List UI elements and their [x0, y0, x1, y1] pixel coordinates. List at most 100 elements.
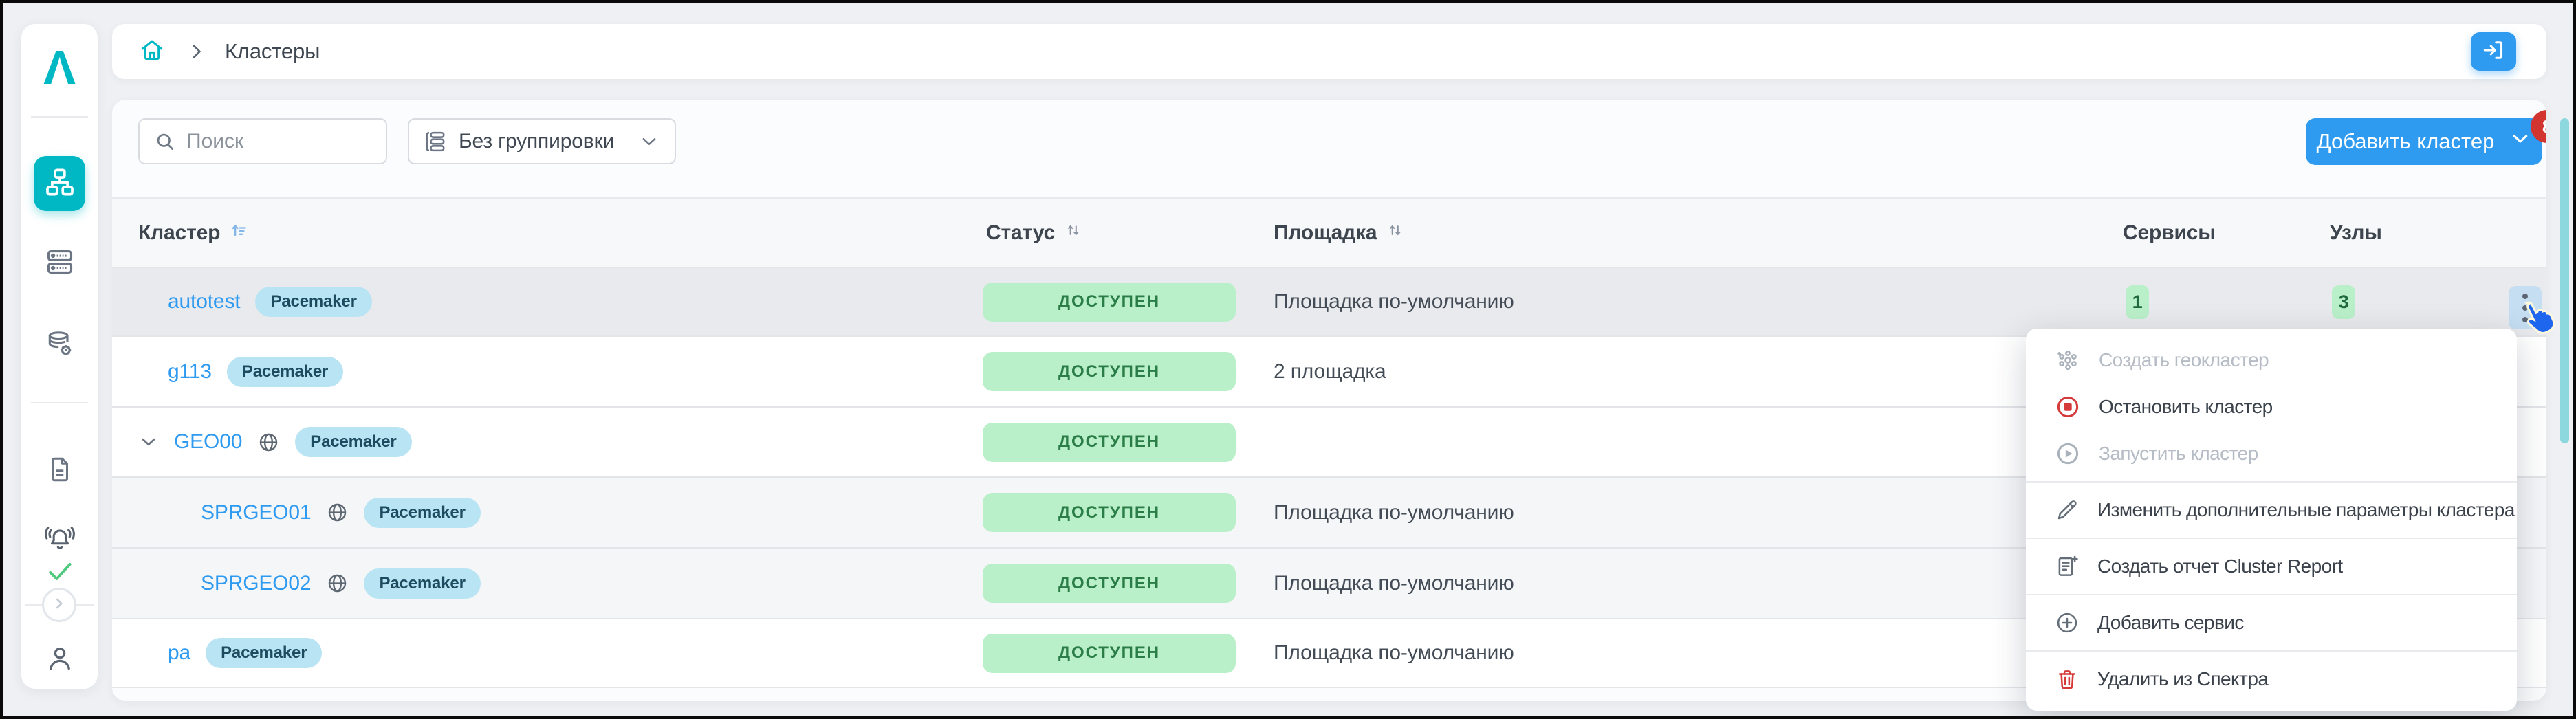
servers-icon [45, 247, 75, 280]
geocluster-globe-icon [326, 572, 349, 595]
site-label: Площадка по-умолчанию [1274, 641, 1514, 664]
geocluster-icon [2055, 347, 2081, 373]
menu-item-label: Создать геокластер [2099, 349, 2269, 370]
site-cell: Площадка по-умолчанию [1274, 619, 1514, 687]
chevron-down-icon [2509, 128, 2531, 155]
menu-item-label: Остановить кластер [2099, 396, 2273, 417]
table-row[interactable]: autotest Pacemaker ДОСТУПЕН Площадка по-… [112, 268, 2546, 337]
column-label: Сервисы [2123, 221, 2216, 244]
page-scrollbar-thumb[interactable] [2560, 118, 2569, 443]
menu-item-stop-cluster[interactable]: Остановить кластер [2026, 384, 2517, 430]
sort-both-icon[interactable] [1386, 221, 1404, 245]
sidebar: Λ [21, 24, 98, 689]
document-icon [45, 455, 74, 487]
menu-item-label: Изменить дополнительные параметры класте… [2097, 499, 2515, 520]
home-breadcrumb-link[interactable] [138, 36, 166, 67]
add-cluster-label: Добавить кластер [2316, 129, 2495, 153]
user-icon [45, 643, 75, 676]
start-cluster-icon [2055, 441, 2081, 467]
sidebar-item-servers[interactable] [21, 244, 98, 283]
cluster-link[interactable]: SPRGEO02 [201, 572, 312, 595]
status-cell: ДОСТУПЕН [983, 268, 1236, 335]
pacemaker-badge: Pacemaker [255, 287, 372, 317]
column-header-nodes: Узлы [2330, 199, 2382, 267]
search-icon [153, 130, 177, 153]
menu-item-trash[interactable]: Удалить из Спектра [2026, 656, 2517, 703]
add-cluster-button[interactable]: Добавить кластер [2306, 118, 2542, 165]
sidebar-item-profile[interactable] [21, 640, 98, 678]
nodes-cell: 3 [2332, 268, 2355, 335]
login-arrow-icon [2481, 38, 2506, 66]
pacemaker-badge: Pacemaker [295, 427, 412, 457]
menu-item-label: Удалить из Спектра [2097, 668, 2269, 689]
cluster-cell: SPRGEO02 Pacemaker [201, 549, 481, 618]
menu-item-report[interactable]: Создать отчет Cluster Report [2026, 543, 2517, 590]
column-header-site[interactable]: Площадка [1274, 199, 1404, 267]
services-cell: 1 [2126, 268, 2149, 335]
status-cell: ДОСТУПЕН [983, 408, 1236, 476]
search-input[interactable] [186, 129, 358, 153]
sort-ascending-icon[interactable] [230, 221, 249, 245]
grouping-select[interactable]: Без группировки [408, 118, 676, 164]
geocluster-globe-icon [257, 431, 280, 454]
cluster-cell: GEO00 Pacemaker [138, 408, 412, 476]
cluster-cell: g113 Pacemaker [168, 337, 344, 406]
home-icon [138, 36, 166, 67]
report-icon [2055, 554, 2080, 579]
column-header-cluster[interactable]: Кластер [138, 199, 249, 267]
site-cell: Площадка по-умолчанию [1274, 478, 1514, 547]
sidebar-collapse-toggle[interactable] [42, 588, 76, 622]
sidebar-divider [31, 116, 88, 118]
sidebar-item-database-settings[interactable] [21, 327, 98, 365]
pacemaker-badge: Pacemaker [206, 638, 323, 668]
services-count-badge[interactable]: 1 [2126, 285, 2149, 319]
cluster-link[interactable]: pa [168, 641, 190, 665]
status-badge: ДОСТУПЕН [983, 422, 1236, 462]
app-logo: Λ [43, 41, 76, 94]
menu-item-edit[interactable]: Изменить дополнительные параметры класте… [2026, 487, 2517, 533]
menu-divider [2026, 481, 2517, 483]
sidebar-item-alerts[interactable] [21, 523, 98, 559]
site-label: 2 площадка [1274, 360, 1386, 383]
search-box [138, 118, 387, 164]
menu-item-label: Создать отчет Cluster Report [2097, 555, 2343, 577]
status-cell: ДОСТУПЕН [983, 619, 1236, 687]
cluster-link[interactable]: autotest [168, 290, 241, 313]
menu-item-add-service[interactable]: Добавить сервис [2026, 599, 2517, 646]
status-check-icon [21, 555, 98, 588]
site-cell: 2 площадка [1274, 337, 1386, 406]
chevron-right-icon [186, 41, 207, 62]
site-label: Площадка по-умолчанию [1274, 571, 1514, 595]
grouping-value: Без группировки [459, 129, 615, 153]
pacemaker-badge: Pacemaker [364, 497, 481, 528]
cluster-cell: pa Pacemaker [168, 619, 323, 687]
menu-item-label: Запустить кластер [2099, 443, 2258, 464]
database-gear-icon [45, 329, 75, 363]
cluster-link[interactable]: SPRGEO01 [201, 501, 312, 524]
stop-cluster-icon [2055, 394, 2081, 420]
breadcrumb-bar: Кластеры [112, 24, 2546, 79]
expand-chevron-icon[interactable] [138, 432, 159, 452]
sort-both-icon[interactable] [1065, 221, 1082, 245]
geocluster-globe-icon [326, 501, 349, 524]
column-header-status[interactable]: Статус [986, 199, 1082, 267]
cluster-cell: SPRGEO01 Pacemaker [201, 478, 481, 547]
status-badge: ДОСТУПЕН [983, 282, 1236, 322]
cluster-link[interactable]: GEO00 [174, 430, 242, 454]
edit-icon [2055, 498, 2080, 522]
site-label: Площадка по-умолчанию [1274, 500, 1514, 524]
site-cell: Площадка по-умолчанию [1274, 268, 1514, 335]
breadcrumb-page-label: Кластеры [225, 39, 320, 63]
column-label: Кластер [138, 221, 221, 244]
logout-button[interactable] [2471, 32, 2516, 71]
status-badge: ДОСТУПЕН [983, 564, 1236, 603]
nodes-count-badge[interactable]: 3 [2332, 285, 2355, 319]
sidebar-item-documents[interactable] [21, 452, 98, 490]
cluster-link[interactable]: g113 [168, 360, 212, 384]
sidebar-divider [31, 402, 88, 403]
menu-item-label: Добавить сервис [2097, 612, 2244, 633]
sidebar-item-clusters[interactable] [34, 156, 85, 211]
bell-ringing-icon [44, 524, 76, 559]
column-label: Узлы [2330, 221, 2382, 244]
menu-divider [2026, 650, 2517, 652]
